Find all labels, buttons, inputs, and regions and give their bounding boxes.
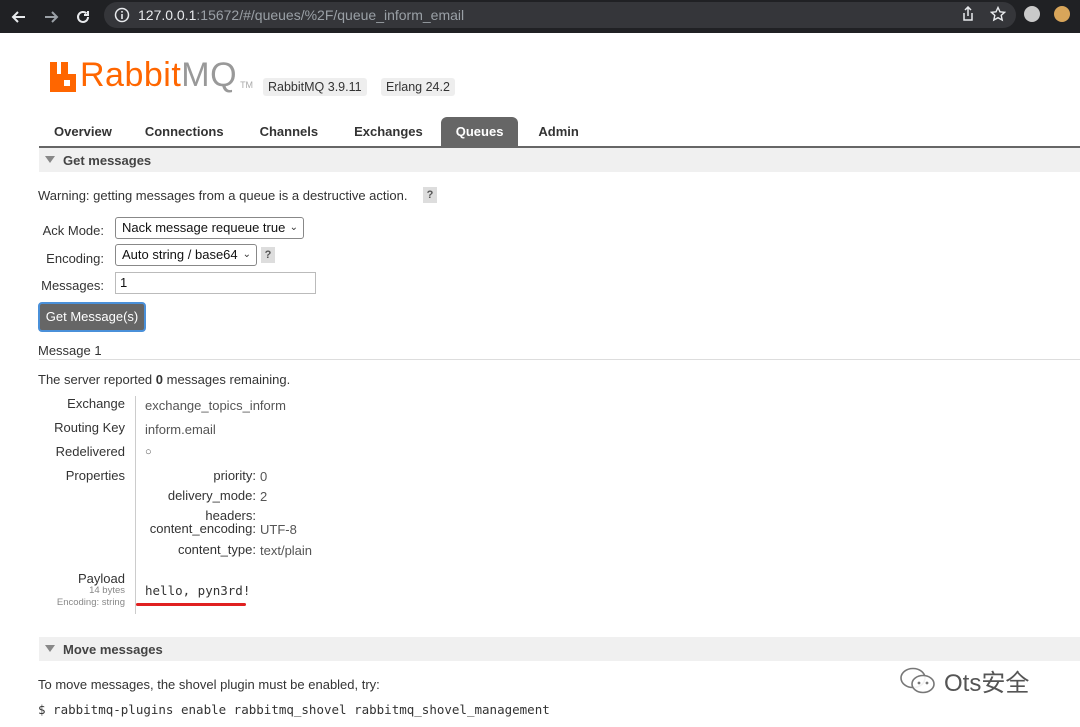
back-button[interactable] bbox=[6, 4, 32, 30]
url-host: 127.0.0.1 bbox=[138, 7, 197, 23]
cookie-extension-icon[interactable] bbox=[1054, 6, 1070, 22]
payload-encoding: Encoding: string bbox=[56, 597, 125, 608]
reload-icon bbox=[77, 10, 89, 23]
shovel-command: $ rabbitmq-plugins enable rabbitmq_shove… bbox=[38, 702, 550, 717]
tab-queues[interactable]: Queues bbox=[440, 117, 519, 146]
rabbitmq-logo[interactable]: RabbitMQ TM bbox=[50, 58, 253, 92]
property-value-priority: 0 bbox=[260, 469, 268, 484]
tab-overview[interactable]: Overview bbox=[39, 117, 127, 146]
move-messages-section-toggle[interactable]: Move messages bbox=[39, 637, 1080, 661]
property-key-content-encoding: content_encoding: bbox=[149, 521, 256, 536]
tab-channels[interactable]: Channels bbox=[242, 117, 337, 146]
url-path: :15672/#/queues/%2F/queue_inform_email bbox=[196, 7, 465, 23]
remaining-suffix: messages remaining. bbox=[163, 372, 291, 387]
triangle-down-icon bbox=[45, 156, 55, 163]
property-value-content-type: text/plain bbox=[260, 543, 313, 558]
messages-count-label: Messages: bbox=[41, 278, 104, 293]
forward-button[interactable] bbox=[38, 4, 64, 30]
erlang-version-badge: Erlang 24.2 bbox=[381, 78, 455, 96]
arrow-right-icon bbox=[45, 10, 59, 23]
redelivered-label: Redelivered bbox=[55, 444, 125, 459]
watermark-text: Ots安全 bbox=[944, 670, 1030, 697]
messages-remaining: The server reported 0 messages remaining… bbox=[38, 372, 290, 387]
get-messages-button[interactable]: Get Message(s) bbox=[38, 302, 146, 332]
logo-text-mq: MQ bbox=[181, 56, 238, 94]
properties-label: Properties bbox=[65, 468, 125, 483]
message-divider bbox=[39, 359, 1080, 360]
encoding-value: Auto string / base64 bbox=[122, 247, 238, 262]
destructive-warning: Warning: getting messages from a queue i… bbox=[38, 188, 408, 203]
logo-trademark: TM bbox=[240, 80, 254, 90]
routing-key-label: Routing Key bbox=[54, 420, 125, 435]
ack-mode-value: Nack message requeue true bbox=[122, 220, 286, 235]
payload-label: Payload bbox=[78, 571, 125, 586]
chevron-down-icon: ⌄ bbox=[289, 222, 298, 233]
wechat-logo-icon bbox=[900, 667, 935, 693]
browser-toolbar: 127.0.0.1:15672/#/queues/%2F/queue_infor… bbox=[0, 0, 1080, 33]
chevron-down-icon: ⌄ bbox=[242, 249, 251, 260]
info-icon[interactable] bbox=[114, 7, 130, 23]
details-divider bbox=[135, 396, 136, 614]
payload-highlight-underline bbox=[136, 603, 246, 606]
main-tabs: Overview Connections Channels Exchanges … bbox=[39, 117, 599, 146]
payload-value: hello, pyn3rd! bbox=[145, 583, 251, 598]
property-key-content-type: content_type: bbox=[177, 542, 256, 557]
reload-button[interactable] bbox=[70, 4, 96, 30]
redelivered-value: ○ bbox=[145, 446, 152, 458]
message-heading: Message 1 bbox=[38, 343, 102, 358]
remaining-prefix: The server reported bbox=[38, 372, 156, 387]
property-key-delivery-mode: delivery_mode: bbox=[167, 488, 256, 503]
property-key-priority: priority: bbox=[213, 468, 256, 483]
address-bar[interactable]: 127.0.0.1:15672/#/queues/%2F/queue_infor… bbox=[104, 2, 1016, 28]
logo-text-rabbit: Rabbit bbox=[80, 56, 182, 94]
tab-admin[interactable]: Admin bbox=[518, 117, 598, 146]
wechat-watermark: Ots安全 bbox=[898, 663, 1029, 698]
ack-mode-select[interactable]: Nack message requeue true ⌄ bbox=[115, 217, 304, 239]
tab-connections[interactable]: Connections bbox=[127, 117, 242, 146]
exchange-label: Exchange bbox=[67, 396, 125, 411]
get-messages-section-toggle[interactable]: Get messages bbox=[39, 148, 1080, 172]
rabbitmq-version-badge: RabbitMQ 3.9.11 bbox=[263, 78, 367, 96]
property-value-delivery-mode: 2 bbox=[260, 489, 268, 504]
move-messages-title: Move messages bbox=[63, 641, 163, 657]
payload-size: 14 bytes bbox=[89, 585, 125, 596]
rabbitmq-logo-icon bbox=[50, 62, 76, 92]
share-icon[interactable] bbox=[960, 6, 976, 22]
encoding-select[interactable]: Auto string / base64 ⌄ bbox=[115, 244, 257, 266]
tab-exchanges[interactable]: Exchanges bbox=[336, 117, 441, 146]
encoding-help-icon[interactable]: ? bbox=[261, 247, 275, 263]
warning-help-icon[interactable]: ? bbox=[423, 187, 437, 203]
triangle-down-icon bbox=[45, 645, 55, 652]
encoding-label: Encoding: bbox=[46, 251, 104, 266]
arrow-left-icon bbox=[11, 10, 25, 23]
remaining-count: 0 bbox=[155, 372, 164, 387]
ack-mode-label: Ack Mode: bbox=[42, 223, 104, 238]
bookmark-star-icon[interactable] bbox=[990, 6, 1006, 22]
routing-key-value: inform.email bbox=[145, 422, 216, 437]
property-value-content-encoding: UTF-8 bbox=[260, 522, 297, 537]
messages-count-input[interactable]: 1 bbox=[115, 272, 316, 294]
shovel-instruction: To move messages, the shovel plugin must… bbox=[38, 677, 380, 692]
exchange-value: exchange_topics_inform bbox=[145, 398, 286, 413]
profile-icon[interactable] bbox=[1024, 6, 1040, 22]
get-messages-title: Get messages bbox=[63, 152, 152, 168]
